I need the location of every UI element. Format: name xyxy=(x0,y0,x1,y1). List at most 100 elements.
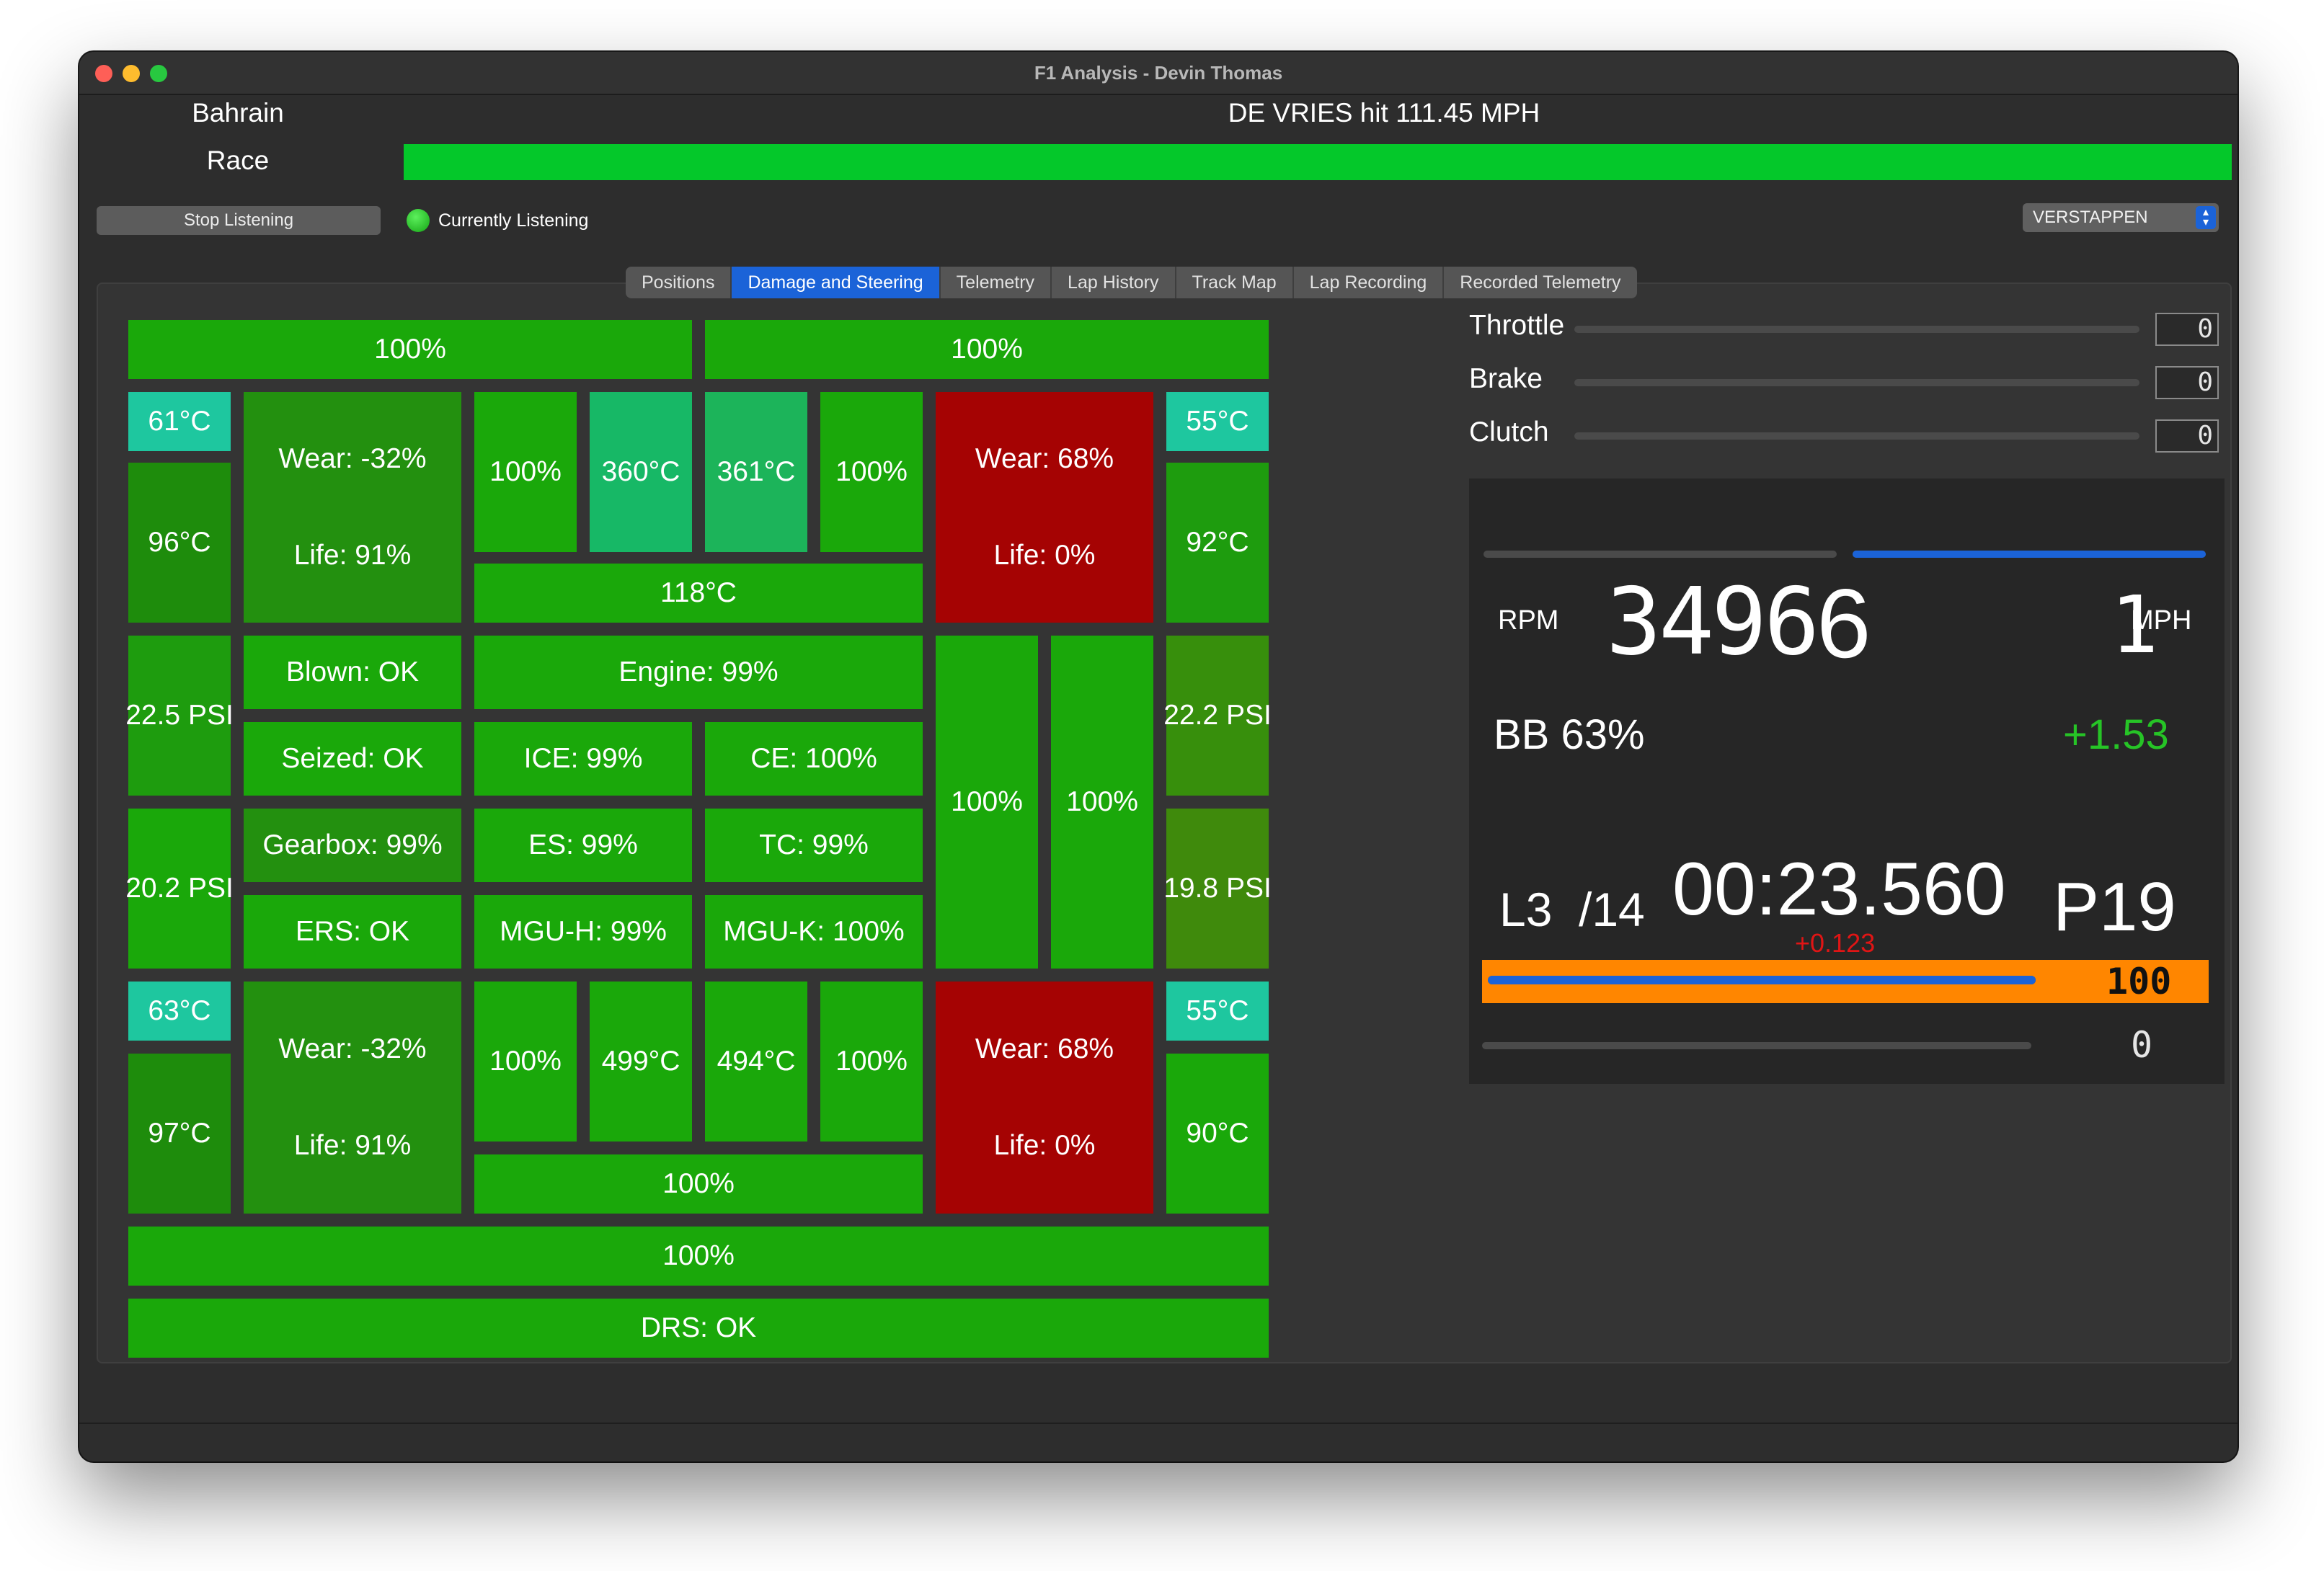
tc-wear: TC: 99% xyxy=(705,809,923,882)
status-bar xyxy=(404,144,2232,180)
engine-temp: 118°C xyxy=(474,564,923,623)
mgu-h-wear: MGU-H: 99% xyxy=(474,895,692,969)
throttle-label: Throttle xyxy=(1469,310,1565,341)
tab-lap-recording[interactable]: Lap Recording xyxy=(1294,267,1445,298)
tab-telemetry[interactable]: Telemetry xyxy=(941,267,1052,298)
fr-wear: Wear: 68% xyxy=(975,443,1114,474)
window-title: F1 Analysis - Devin Thomas xyxy=(1034,62,1283,84)
brake-bias: BB 63% xyxy=(1494,711,1645,758)
rr-wear: Wear: 68% xyxy=(975,1033,1114,1064)
throttle-value-box: 0 xyxy=(2155,313,2219,346)
fuel-progress-fill xyxy=(1488,976,2036,984)
fl-life: Life: 91% xyxy=(293,540,412,571)
lap-time: 00:23.560 xyxy=(1672,847,2006,931)
tab-bar: Positions Damage and Steering Telemetry … xyxy=(626,267,1637,298)
front-wing-left-damage: 100% xyxy=(128,320,692,379)
tab-recorded-telemetry[interactable]: Recorded Telemetry xyxy=(1444,267,1636,298)
rev-light-right-fill xyxy=(1853,551,2206,558)
rev-light-right-track xyxy=(1853,551,2206,558)
rl-life: Life: 91% xyxy=(293,1130,412,1161)
clutch-value: 0 xyxy=(2197,421,2213,450)
race-position: P19 xyxy=(2053,868,2176,945)
tab-positions[interactable]: Positions xyxy=(626,267,732,298)
steering-wheel-display: RPM 3496 6 1 MPH BB 63% +1.53 L3 /14 00:… xyxy=(1469,479,2225,1084)
mgu-k-wear: MGU-K: 100% xyxy=(705,895,923,969)
rr-brake-temp: 494°C xyxy=(705,982,807,1141)
title-bar: F1 Analysis - Devin Thomas xyxy=(79,52,2237,95)
sidepod-right-damage: 100% xyxy=(1051,636,1153,969)
tab-damage-and-steering[interactable]: Damage and Steering xyxy=(732,267,941,298)
throttle-bar xyxy=(1574,326,2139,333)
fr-damage: 100% xyxy=(820,392,923,552)
rl-wear: Wear: -32% xyxy=(278,1033,427,1064)
event-message: DE VRIES hit 111.45 MPH xyxy=(1228,98,1540,128)
fl-pressure: 22.5 PSI xyxy=(125,636,234,796)
app-window: F1 Analysis - Devin Thomas Bahrain Race … xyxy=(79,52,2237,1461)
fr-tyre-wear: Wear: 68% Life: 0% xyxy=(936,392,1153,623)
brake-value-box: 0 xyxy=(2155,366,2219,399)
select-arrows-icon: ▴ ▾ xyxy=(2196,206,2216,229)
ice-wear: ICE: 99% xyxy=(474,722,692,796)
sidepod-left-damage: 100% xyxy=(936,636,1038,969)
clutch-value-box: 0 xyxy=(2155,419,2219,453)
fl-surface-temp: 61°C xyxy=(128,392,231,451)
engine-blown-status: Blown: OK xyxy=(244,636,461,709)
brake-label: Brake xyxy=(1469,363,1543,394)
rr-inner-temp: 90°C xyxy=(1166,1054,1269,1214)
stop-listening-button[interactable]: Stop Listening xyxy=(97,206,381,235)
clutch-label: Clutch xyxy=(1469,417,1549,448)
rear-wing-damage: 100% xyxy=(128,1227,1269,1286)
tab-track-map[interactable]: Track Map xyxy=(1176,267,1294,298)
tab-lap-history[interactable]: Lap History xyxy=(1052,267,1176,298)
fl-brake-temp: 360°C xyxy=(590,392,692,552)
rr-damage: 100% xyxy=(820,982,923,1141)
rr-tyre-wear: Wear: 68% Life: 0% xyxy=(936,982,1153,1214)
fl-wear: Wear: -32% xyxy=(278,443,427,474)
fr-brake-temp: 361°C xyxy=(705,392,807,552)
current-lap: L3 xyxy=(1499,883,1553,936)
fl-damage: 100% xyxy=(474,392,577,552)
ers-bar-track xyxy=(1482,1042,2031,1049)
rr-pressure: 19.8 PSI xyxy=(1163,809,1272,969)
rpm-value: 3496 xyxy=(1606,569,1819,676)
clutch-bar xyxy=(1574,432,2139,440)
fr-inner-temp: 92°C xyxy=(1166,463,1269,623)
rr-surface-temp: 55°C xyxy=(1166,982,1269,1041)
rl-surface-temp: 63°C xyxy=(128,982,231,1041)
gearbox-wear: Gearbox: 99% xyxy=(244,809,461,882)
rev-light-left-track xyxy=(1483,551,1837,558)
brake-bar xyxy=(1574,379,2139,386)
fl-inner-temp: 96°C xyxy=(128,463,231,623)
rpm-label: RPM xyxy=(1498,605,1559,636)
ce-wear: CE: 100% xyxy=(705,722,923,796)
fuel-value: 100 xyxy=(2106,961,2172,1002)
ers-status: ERS: OK xyxy=(244,895,461,969)
time-delta: +1.53 xyxy=(2063,711,2169,758)
driver-select[interactable]: VERSTAPPEN ▴ ▾ xyxy=(2023,203,2219,232)
fr-surface-temp: 55°C xyxy=(1166,392,1269,451)
fr-pressure: 22.2 PSI xyxy=(1163,636,1272,796)
listening-status: Currently Listening xyxy=(438,210,589,231)
driver-select-value: VERSTAPPEN xyxy=(2033,208,2148,227)
footer-divider xyxy=(79,1423,2237,1424)
diffuser-damage: 100% xyxy=(474,1154,923,1214)
engine-wear: Engine: 99% xyxy=(474,636,923,709)
session-type: Race xyxy=(206,146,270,175)
lap-time-delta: +0.123 xyxy=(1795,928,1876,958)
rl-damage: 100% xyxy=(474,982,577,1141)
speed-unit: MPH xyxy=(2131,605,2192,636)
brake-value: 0 xyxy=(2197,368,2213,397)
rl-pressure: 20.2 PSI xyxy=(125,809,234,969)
throttle-value: 0 xyxy=(2197,314,2213,344)
es-wear: ES: 99% xyxy=(474,809,692,882)
fr-life: Life: 0% xyxy=(993,540,1096,571)
track-name: Bahrain xyxy=(192,98,284,128)
rr-life: Life: 0% xyxy=(993,1130,1096,1161)
rl-inner-temp: 97°C xyxy=(128,1054,231,1214)
engine-seized-status: Seized: OK xyxy=(244,722,461,796)
rl-tyre-wear: Wear: -32% Life: 91% xyxy=(244,982,461,1214)
fuel-bar: 100 xyxy=(1482,960,2209,1003)
gear-display: 6 xyxy=(1817,569,1871,678)
fl-tyre-wear: Wear: -32% Life: 91% xyxy=(244,392,461,623)
fuel-progress-track xyxy=(1488,976,2036,984)
